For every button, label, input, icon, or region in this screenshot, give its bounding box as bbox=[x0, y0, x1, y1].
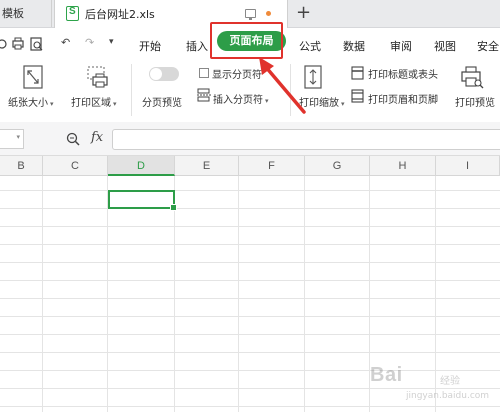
ribbon-page-layout: 纸张大小▾ 打印区域▾ 分页预览 显示分页符 插入分页符▾ 打印缩放▾ bbox=[0, 58, 500, 123]
page-break-preview-label[interactable]: 分页预览 bbox=[142, 94, 182, 109]
column-header-b[interactable]: B bbox=[0, 156, 43, 176]
chevron-down-icon: ▾ bbox=[341, 100, 345, 108]
gridline bbox=[0, 208, 500, 209]
header-footer-button[interactable]: 打印页眉和页脚 bbox=[368, 91, 438, 106]
gridline bbox=[0, 316, 500, 317]
menu-view[interactable]: 视图 bbox=[434, 38, 456, 54]
gridline bbox=[107, 176, 108, 412]
monitor-icon[interactable] bbox=[245, 9, 256, 20]
menu-data[interactable]: 数据 bbox=[343, 38, 365, 54]
menu-review[interactable]: 审阅 bbox=[390, 38, 412, 54]
print-scale-button[interactable] bbox=[304, 65, 322, 89]
column-header-i[interactable]: I bbox=[436, 156, 500, 176]
watermark-url: jingyan.baidu.com bbox=[406, 391, 490, 401]
ribbon-divider bbox=[131, 64, 132, 116]
gridline bbox=[0, 244, 500, 245]
column-header-c[interactable]: C bbox=[43, 156, 108, 176]
print-scale-label[interactable]: 打印缩放 ▾ bbox=[299, 94, 345, 109]
chevron-down-icon: ▾ bbox=[265, 97, 269, 105]
page-break-preview-toggle[interactable] bbox=[149, 67, 179, 81]
gridline bbox=[0, 334, 500, 335]
unsaved-dot-icon bbox=[266, 11, 271, 16]
column-header-d[interactable]: D bbox=[108, 156, 175, 176]
gridline bbox=[0, 370, 500, 371]
gridline bbox=[0, 190, 500, 191]
gridline bbox=[304, 176, 305, 412]
chevron-down-icon: ▾ bbox=[113, 100, 117, 108]
show-page-breaks-checkbox[interactable] bbox=[199, 68, 209, 78]
undo-icon[interactable]: ↶ bbox=[61, 36, 70, 49]
menu-insert[interactable]: 插入 bbox=[186, 38, 208, 54]
tab-file-name: 后台网址2.xls bbox=[85, 8, 155, 21]
name-box[interactable]: ▾ bbox=[0, 129, 24, 149]
print-scale-icon bbox=[304, 65, 322, 89]
open-icon[interactable] bbox=[0, 39, 7, 49]
print-area-icon bbox=[87, 66, 108, 88]
gridline bbox=[238, 176, 239, 412]
print-area-button[interactable] bbox=[86, 65, 110, 89]
new-tab-button[interactable]: + bbox=[296, 2, 311, 24]
spreadsheet-grid[interactable]: B C D E F G H I bbox=[0, 156, 500, 412]
gridline bbox=[0, 280, 500, 281]
gridline bbox=[174, 176, 175, 412]
chevron-down-icon: ▾ bbox=[50, 100, 54, 108]
column-header-h[interactable]: H bbox=[370, 156, 436, 176]
chevron-down-icon: ▾ bbox=[16, 133, 20, 141]
formula-input[interactable] bbox=[112, 129, 500, 150]
menu-formulas[interactable]: 公式 bbox=[299, 38, 321, 54]
print-area-label[interactable]: 打印区域 ▾ bbox=[71, 94, 117, 109]
ribbon-divider bbox=[290, 64, 291, 116]
print-preview-large-icon bbox=[461, 66, 484, 89]
print-preview-label[interactable]: 打印预览 bbox=[455, 94, 495, 109]
column-header-f[interactable]: F bbox=[239, 156, 305, 176]
watermark-brand-suffix: 经验 bbox=[440, 376, 460, 387]
paper-size-icon bbox=[23, 65, 43, 89]
redo-icon[interactable]: ↷ bbox=[85, 36, 94, 49]
insert-page-break-icon bbox=[197, 88, 211, 102]
print-preview-icon[interactable] bbox=[30, 37, 43, 51]
header-footer-icon bbox=[351, 89, 364, 103]
formula-bar: ▾ fx bbox=[0, 122, 500, 156]
gridline bbox=[42, 176, 43, 412]
show-page-breaks-label[interactable]: 显示分页符 bbox=[212, 66, 262, 81]
print-titles-icon bbox=[351, 66, 364, 80]
gridline bbox=[0, 226, 500, 227]
gridline bbox=[0, 298, 500, 299]
selected-cell[interactable] bbox=[108, 190, 177, 211]
print-titles-button[interactable]: 打印标题或表头 bbox=[368, 66, 438, 81]
fx-icon[interactable]: fx bbox=[91, 130, 103, 145]
column-header-e[interactable]: E bbox=[175, 156, 239, 176]
customize-toolbar-icon[interactable]: ▾ bbox=[109, 37, 114, 47]
menu-home[interactable]: 开始 bbox=[139, 38, 161, 54]
tab-templates[interactable]: 模板 bbox=[0, 0, 52, 27]
print-preview-button[interactable] bbox=[459, 65, 485, 89]
watermark-brand: Bai bbox=[370, 364, 403, 386]
gridline bbox=[435, 176, 436, 412]
quick-access-toolbar bbox=[0, 37, 43, 51]
gridline bbox=[0, 352, 500, 353]
insert-page-break-button[interactable]: 插入分页符 ▾ bbox=[213, 91, 269, 106]
gridline bbox=[0, 388, 500, 389]
gridline bbox=[0, 262, 500, 263]
paper-size-label[interactable]: 纸张大小 ▾ bbox=[8, 94, 54, 109]
spreadsheet-file-icon bbox=[66, 6, 79, 21]
zoom-formula-icon[interactable] bbox=[66, 132, 80, 146]
column-header-g[interactable]: G bbox=[305, 156, 370, 176]
menu-security[interactable]: 安全 bbox=[477, 38, 499, 54]
gridline bbox=[0, 406, 500, 407]
print-icon[interactable] bbox=[12, 37, 24, 50]
paper-size-button[interactable] bbox=[23, 65, 43, 89]
highlight-box bbox=[210, 22, 283, 59]
